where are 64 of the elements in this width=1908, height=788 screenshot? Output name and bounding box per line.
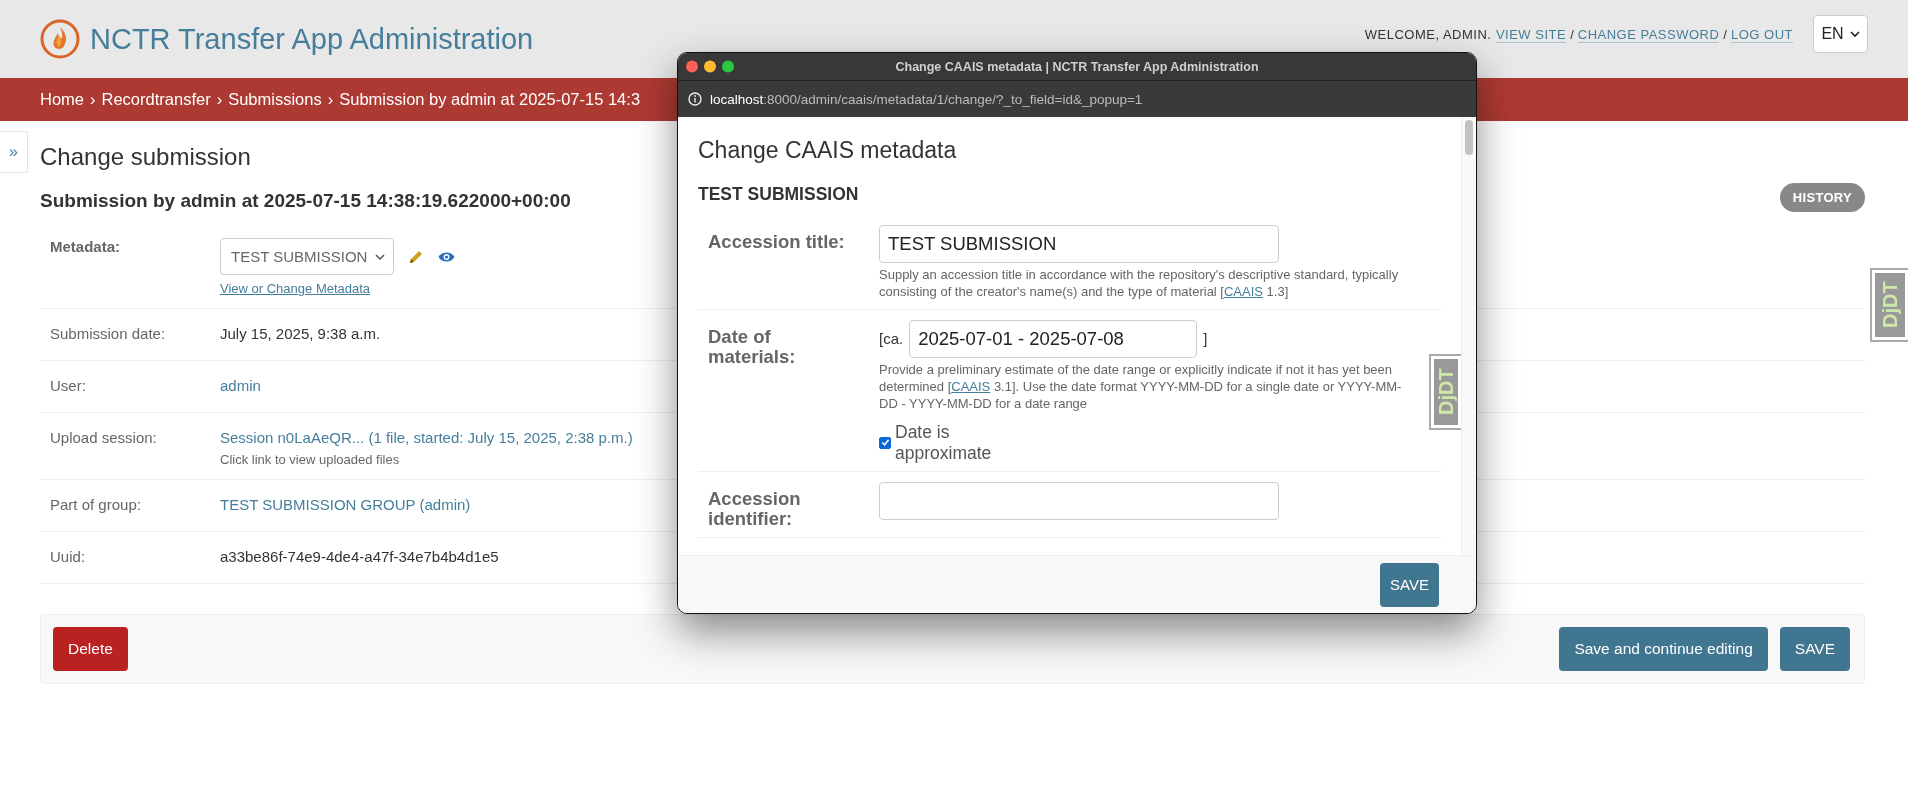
- text-field[interactable]: [879, 481, 1279, 520]
- caret-icon[interactable]: [1849, 30, 1860, 38]
- breadcrumb-current: Submission by admin at 2025-07-15 14:3: [339, 90, 641, 109]
- field-label: Part of group:: [50, 495, 142, 515]
- header-link[interactable]: VIEW SITE: [1495, 27, 1567, 43]
- approximate-prefix: [ca.: [879, 330, 904, 348]
- field-link[interactable]: TEST SUBMISSION GROUP (admin): [220, 496, 471, 513]
- field-label: Metadata:: [50, 237, 121, 257]
- field-label: Date of materials:: [708, 324, 797, 370]
- site-title[interactable]: NCTR Transfer App Administration: [90, 22, 534, 56]
- field-label: Uuid:: [50, 547, 87, 567]
- address-bar[interactable]: localhost:8000/admin/caais/metadata/1/change/?_to_field=id&_popup=1: [678, 80, 1476, 117]
- field-value: July 15, 2025, 9:38 a.m.: [220, 325, 381, 342]
- welcome-text: WELCOME, ADMIN.: [1364, 27, 1492, 42]
- help-text: Supply an accession title in accordance with the repository's descriptive standard, typically consisting of the creator's name(s) and the type of material [CAAIS 1.3]: [879, 267, 1400, 301]
- help-text: Click link to view uploaded files: [220, 452, 401, 467]
- caret-icon[interactable]: [375, 252, 386, 261]
- date-field[interactable]: 2025-07-01 - 2025-07-08: [909, 319, 1198, 358]
- page-title: Change submission: [40, 143, 251, 171]
- delete-button[interactable]: Delete: [53, 627, 128, 671]
- breadcrumb-link[interactable]: Submissions: [228, 90, 322, 109]
- save-button[interactable]: Save and continue editing: [1559, 627, 1768, 671]
- save-button[interactable]: SAVE: [1380, 562, 1439, 607]
- metadata-link[interactable]: View or Change Metadata: [220, 281, 456, 296]
- history-button[interactable]: HISTORY: [1779, 183, 1865, 212]
- breadcrumb-link[interactable]: Recordtransfer: [101, 90, 211, 109]
- field-link[interactable]: Session n0LaAeQR... (1 file, started: July 15, 2025, 2:38 p.m.): [220, 429, 633, 446]
- help-text: Provide a preliminary estimate of the date range or explicitly indicate if not it has yet been determined [CAAIS 3.1]. Use the date format YYYY-MM-DD for a single date or YYYY-MM-DD - YYYY-MM-DD for a date range: [879, 361, 1403, 413]
- url-text: localhost:8000/admin/caais/metadata/1/change/?_to_field=id&_popup=1: [710, 91, 1143, 107]
- sidebar-toggle[interactable]: »: [0, 131, 28, 173]
- eye-icon[interactable]: [438, 250, 456, 263]
- link-separator: /: [1723, 27, 1727, 42]
- metadata-select[interactable]: TEST SUBMISSION: [220, 238, 395, 275]
- closing-bracket: ]: [1203, 330, 1208, 348]
- breadcrumb-link[interactable]: Home: [40, 90, 84, 109]
- field-label: Upload session:: [50, 428, 158, 448]
- field-link[interactable]: admin: [220, 377, 261, 394]
- scrollbar-thumb[interactable]: [1465, 120, 1473, 155]
- checkbox[interactable]: [879, 436, 891, 449]
- pencil-icon[interactable]: [408, 248, 425, 265]
- field-label: Accession identifier:: [708, 486, 802, 530]
- flame-logo: [40, 19, 80, 59]
- caais-link[interactable]: CAAIS: [951, 378, 991, 394]
- window-controls-icon[interactable]: [686, 60, 736, 73]
- header-link[interactable]: CHANGE PASSWORD: [1577, 27, 1720, 43]
- popup-heading: Change CAAIS metadata: [698, 137, 958, 164]
- breadcrumb-separator: ›: [216, 90, 223, 109]
- breadcrumb-separator: ›: [327, 90, 334, 109]
- header-link[interactable]: LOG OUT: [1731, 27, 1793, 43]
- save-button[interactable]: SAVE: [1779, 627, 1850, 671]
- field-label: Accession title:: [708, 230, 846, 254]
- field-value: a33be86f-74e9-4de4-a47f-34e7b4b4d1e5: [220, 548, 499, 565]
- checkbox-label: Date is approximate: [895, 422, 993, 463]
- field-label: Submission date:: [50, 324, 167, 344]
- object-title: Submission by admin at 2025-07-15 14:38:19.622000+00:00: [40, 189, 571, 212]
- language-select[interactable]: EN: [1813, 15, 1868, 53]
- object-title: TEST SUBMISSION: [698, 184, 860, 205]
- breadcrumb-separator: ›: [90, 90, 96, 109]
- link-separator: /: [1570, 27, 1574, 42]
- field-label: User:: [50, 376, 87, 396]
- text-field[interactable]: TEST SUBMISSION: [879, 225, 1279, 263]
- info-icon[interactable]: [688, 92, 702, 106]
- caais-link[interactable]: CAAIS: [1224, 283, 1263, 299]
- window-title: Change CAAIS metadata | NCTR Transfer App Administration: [895, 59, 1259, 74]
